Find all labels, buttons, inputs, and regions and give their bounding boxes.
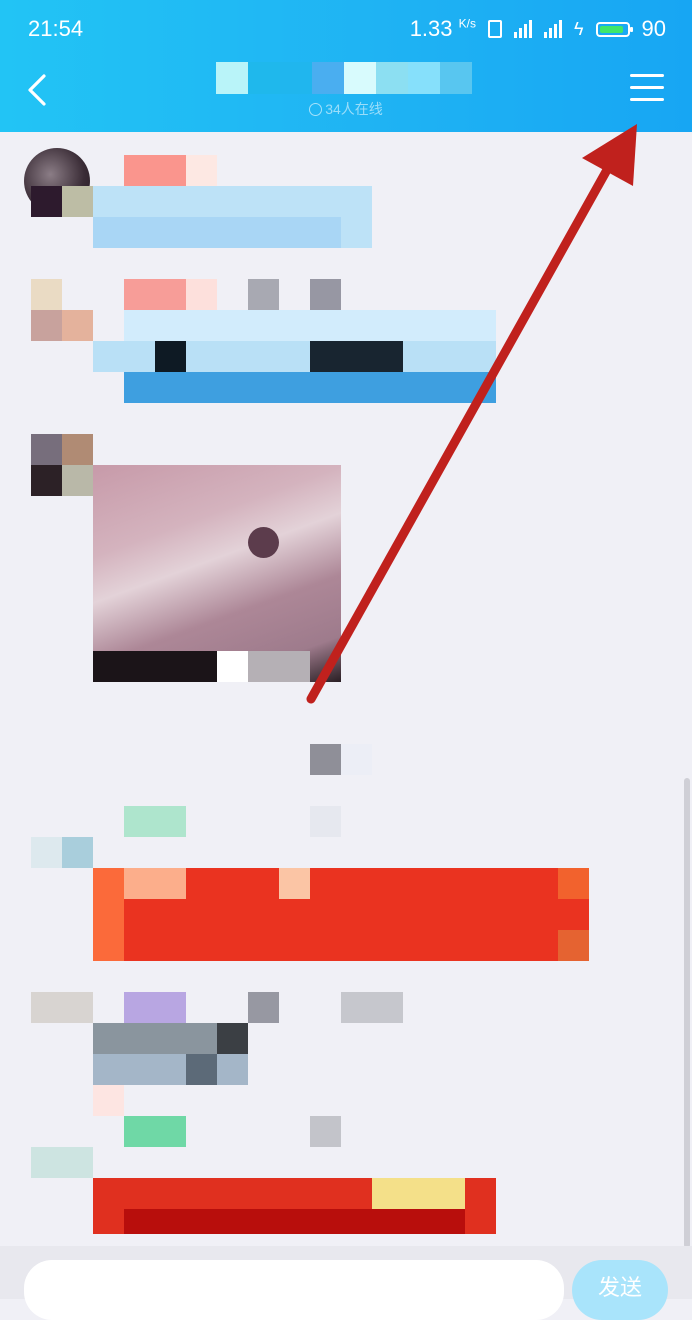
battery-percent: 90 (641, 16, 666, 41)
charging-icon: ϟ (573, 18, 584, 39)
sender-name-pixelated (186, 155, 217, 186)
message-bubble[interactable] (93, 1023, 217, 1054)
avatar[interactable] (31, 1147, 93, 1178)
red-card-pixel (279, 868, 310, 899)
4g-signal-icon (543, 20, 562, 38)
image-message[interactable] (93, 465, 341, 682)
vibrate-icon (487, 20, 502, 38)
online-count: 34人在线 (0, 99, 692, 119)
network-speed-value: 1.33 (409, 16, 453, 41)
send-button[interactable]: 发送 (572, 1260, 668, 1320)
sender-name-pixelated (124, 992, 186, 1023)
message-bubble-row (93, 1085, 124, 1116)
message-bubble-row (93, 217, 341, 248)
status-time: 21:54 (28, 16, 84, 41)
sender-name-pixelated (124, 279, 186, 310)
sender-name-pixelated (341, 992, 403, 1023)
message-bubble-dark (155, 341, 186, 372)
sender-name-pixelated (248, 279, 279, 310)
group-title-pixelated (216, 62, 472, 94)
avatar[interactable] (31, 992, 93, 1023)
message-bubble-row (124, 372, 496, 403)
message-bubble-dark (310, 341, 403, 372)
red-card-pixel (124, 1209, 465, 1234)
network-speed-unit: K/s (458, 16, 476, 31)
signal-icon (513, 20, 532, 38)
chat-scrollbar[interactable] (684, 778, 690, 1248)
group-menu-button[interactable] (630, 74, 664, 108)
status-right-group: 1.33 K/s ϟ 90 (410, 16, 666, 42)
avatar-pixel (62, 465, 93, 496)
avatar-pixel (62, 434, 93, 465)
system-notice-pixelated (341, 744, 372, 775)
input-bar: 发送 (0, 1246, 692, 1320)
avatar-pixel (62, 310, 93, 341)
message-input[interactable] (24, 1260, 564, 1320)
avatar-pixel (62, 837, 93, 868)
battery-fill (599, 25, 623, 33)
online-count-text: 34人在线 (325, 101, 383, 117)
network-speed: 1.33 K/s (410, 16, 476, 42)
red-card-pixel (372, 1178, 465, 1209)
sender-name-pixelated (310, 279, 341, 310)
avatar[interactable] (31, 837, 62, 868)
message-bubble-dark (186, 1054, 217, 1085)
sender-name-pixelated (124, 155, 186, 186)
battery-icon (595, 21, 633, 37)
message-bubble-row (93, 1054, 248, 1085)
sender-name-pixelated (124, 806, 186, 837)
chat-header: 21:54 1.33 K/s ϟ 90 34人在线 (0, 0, 692, 132)
avatar-pixel (31, 186, 62, 217)
red-card-pixel (124, 868, 186, 899)
system-notice-pixelated (310, 744, 341, 775)
red-card-pixel (558, 868, 589, 899)
sender-name-pixelated (248, 992, 279, 1023)
image-bottom-row (93, 651, 217, 682)
red-card-pixel (93, 868, 124, 961)
image-eye-detail (248, 527, 279, 558)
hamburger-menu-icon (630, 74, 664, 101)
sender-name-pixelated (186, 279, 217, 310)
sender-name-pixelated (124, 1116, 186, 1147)
image-bottom-row (248, 651, 310, 682)
message-bubble[interactable] (124, 310, 496, 341)
avatar[interactable] (31, 279, 62, 310)
status-bar: 21:54 1.33 K/s ϟ 90 (0, 0, 692, 62)
sender-name-pixelated (310, 1116, 341, 1147)
image-bottom-row (217, 651, 248, 682)
red-card-pixel (558, 930, 589, 961)
avatar-pixel (31, 310, 62, 341)
online-status-icon (309, 103, 323, 116)
sender-name-pixelated (310, 806, 341, 837)
message-bubble-dark (217, 1023, 248, 1054)
avatar-pixel (31, 465, 62, 496)
avatar[interactable] (31, 434, 62, 465)
avatar-pixel (62, 186, 93, 217)
message-bubble-row (93, 341, 496, 372)
